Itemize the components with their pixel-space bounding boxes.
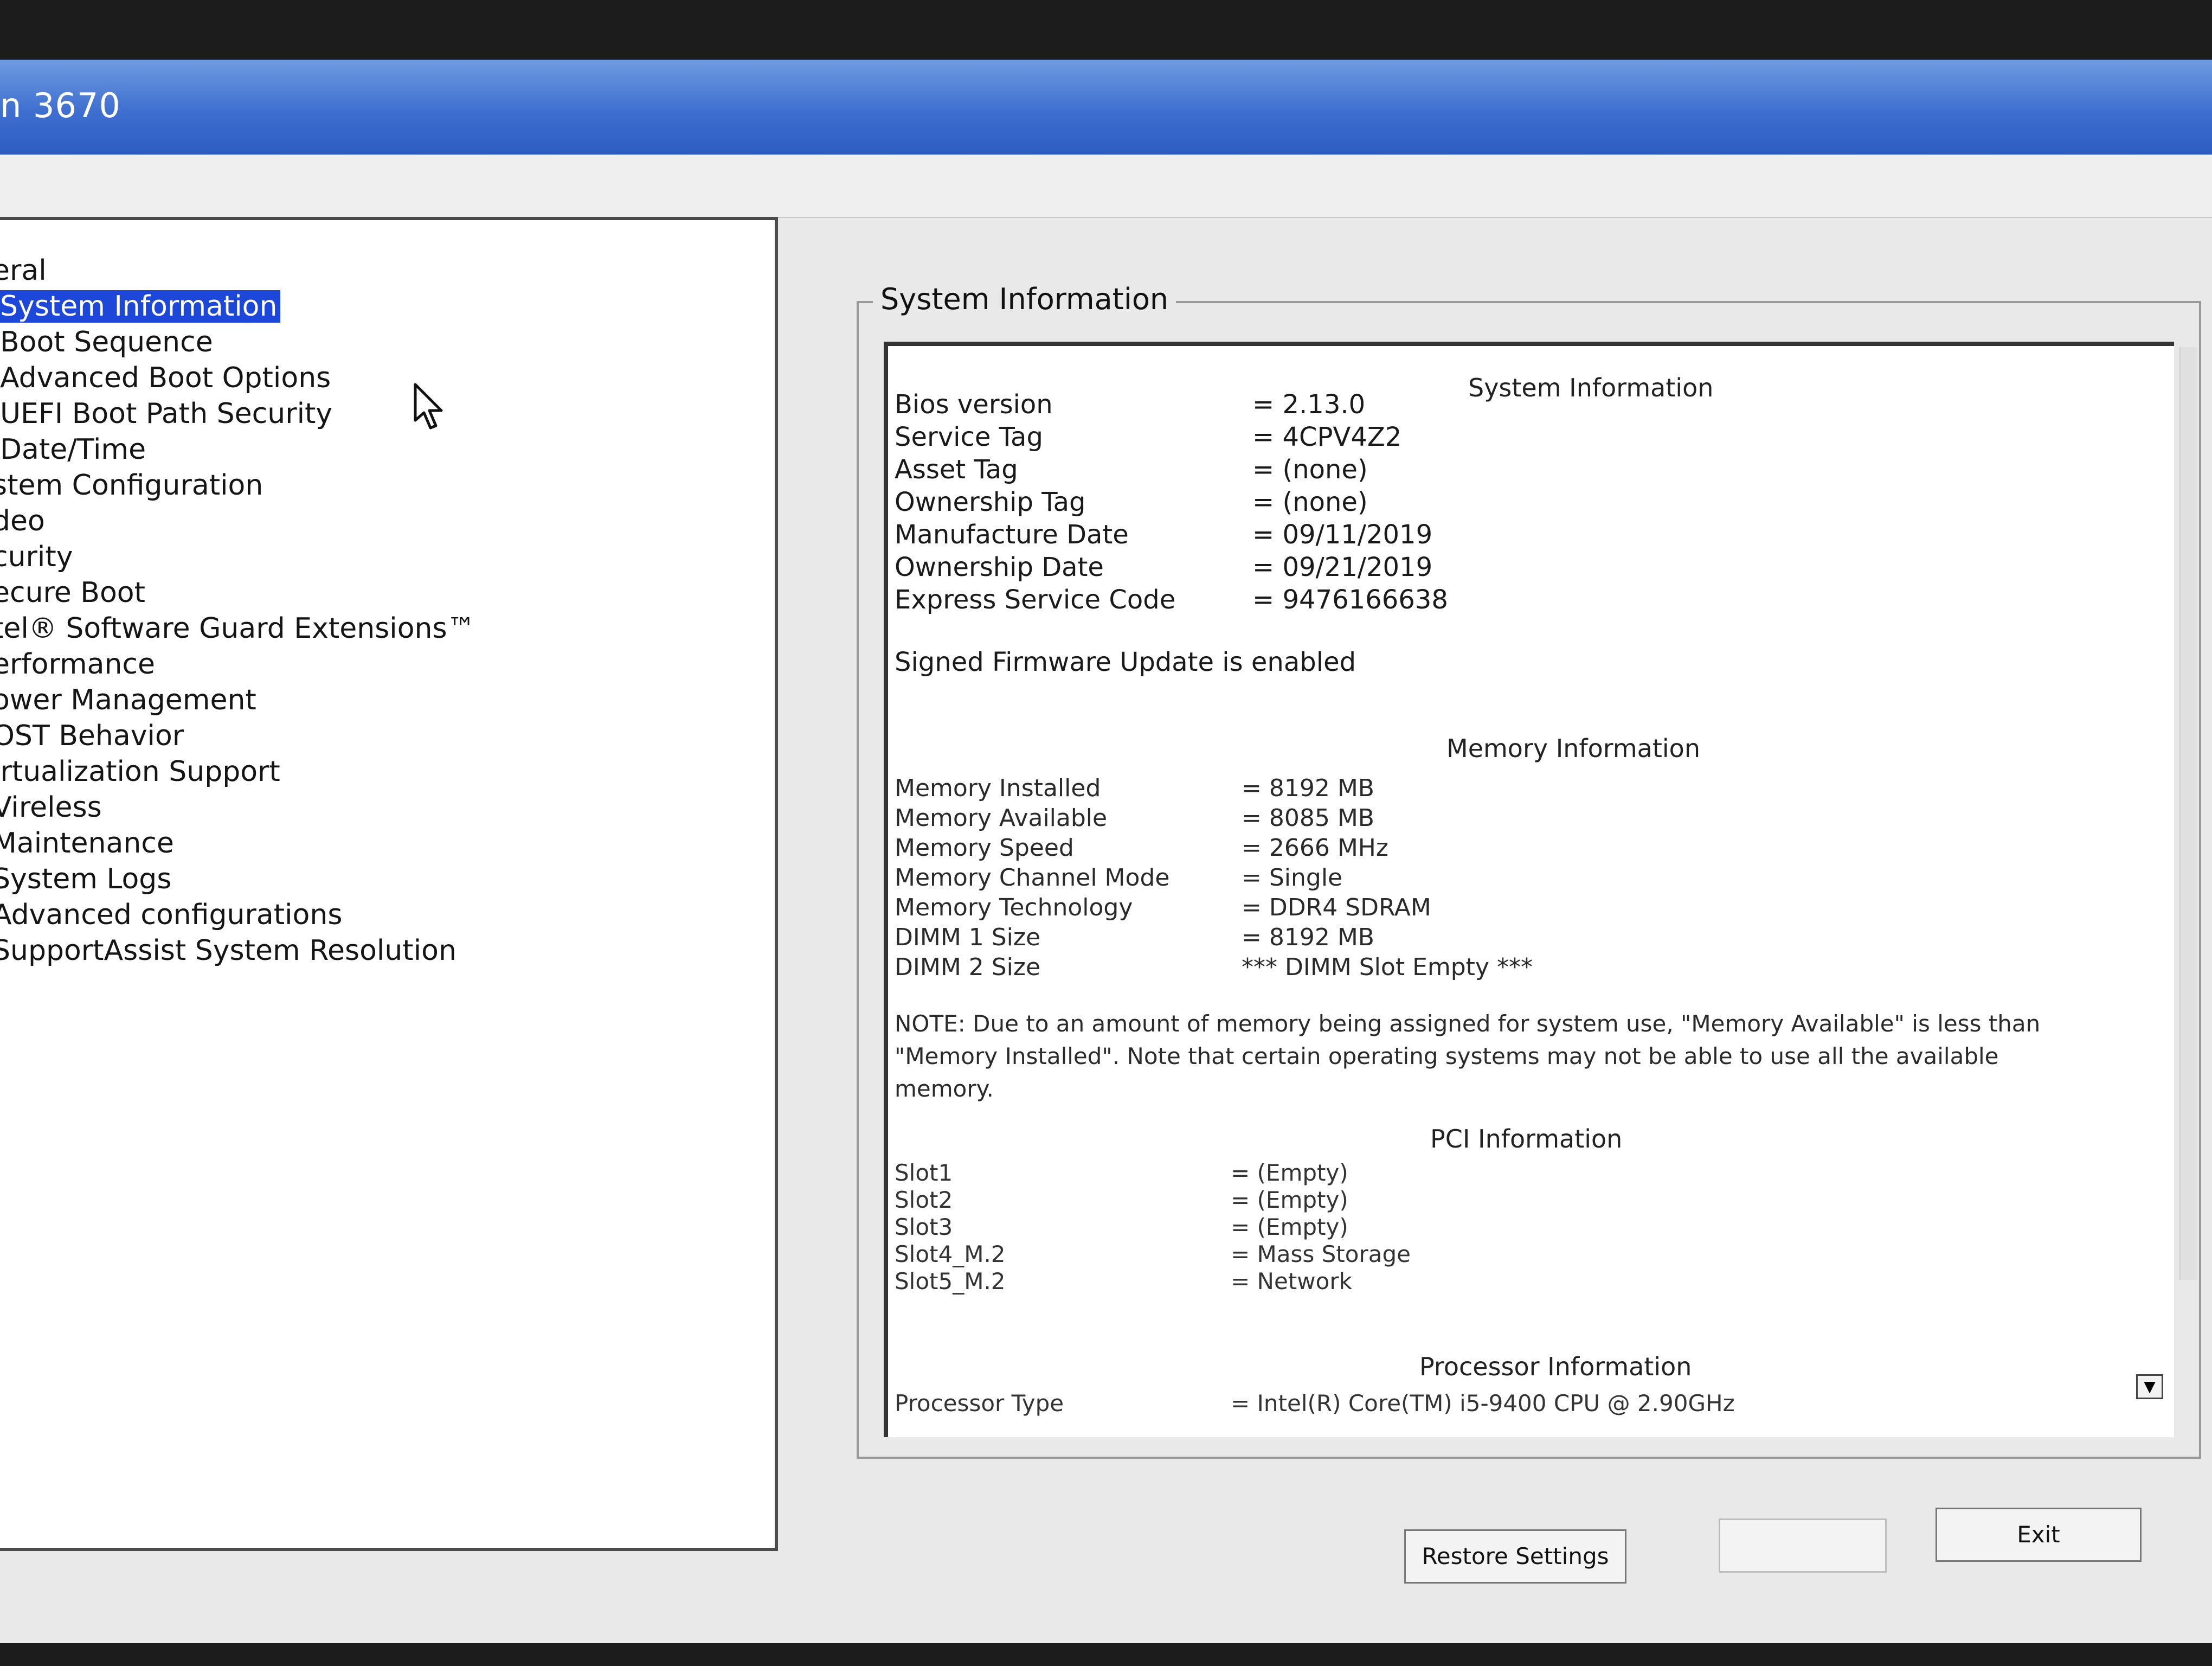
nav-item-general[interactable]: eral bbox=[0, 253, 479, 289]
nav-item-performance[interactable]: erformance bbox=[0, 646, 479, 682]
nav-item-boot-sequence[interactable]: Boot Sequence bbox=[0, 324, 479, 360]
nav-item-security[interactable]: curity bbox=[0, 539, 479, 575]
nav-item-advanced-boot-options[interactable]: Advanced Boot Options bbox=[0, 360, 479, 396]
system-information-heading: System Information bbox=[1468, 373, 1714, 402]
nav-item-uefi-boot-path-security[interactable]: UEFI Boot Path Security bbox=[0, 396, 479, 432]
nav-item-video[interactable]: deo bbox=[0, 503, 479, 539]
menu-bar bbox=[0, 155, 2212, 218]
nav-item-post-behavior[interactable]: OST Behavior bbox=[0, 718, 479, 754]
window-title: n 3670 bbox=[0, 86, 121, 125]
nav-item-advanced-configurations[interactable]: Advanced configurations bbox=[0, 897, 479, 933]
nav-item-virtualization-support[interactable]: irtualization Support bbox=[0, 754, 479, 790]
restore-settings-button[interactable]: Restore Settings bbox=[1404, 1529, 1626, 1584]
settings-tree: eral System Information Boot Sequence Ad… bbox=[0, 253, 479, 969]
chevron-down-icon: ▼ bbox=[2144, 1377, 2156, 1395]
scrollbar-track[interactable] bbox=[2179, 347, 2197, 1280]
nav-item-power-management[interactable]: ower Management bbox=[0, 682, 479, 718]
content-area: System Information System Information Bi… bbox=[857, 222, 2201, 1475]
signed-firmware-status: Signed Firmware Update is enabled bbox=[895, 647, 1356, 677]
bios-screen: n 3670 eral System Information Boot Sequ… bbox=[0, 60, 2212, 1643]
nav-item-date-time[interactable]: Date/Time bbox=[0, 432, 479, 467]
nav-item-supportassist-system-resolution[interactable]: SupportAssist System Resolution bbox=[0, 933, 479, 969]
exit-button[interactable]: Exit bbox=[1935, 1508, 2142, 1562]
nav-item-wireless[interactable]: Vireless bbox=[0, 790, 479, 825]
nav-item-maintenance[interactable]: Maintenance bbox=[0, 825, 479, 861]
nav-item-software-guard-extensions[interactable]: tel® Software Guard Extensions™ bbox=[0, 611, 479, 646]
settings-tree-panel: eral System Information Boot Sequence Ad… bbox=[0, 217, 778, 1551]
information-pane[interactable]: System Information Bios version = 2.13.0… bbox=[884, 342, 2174, 1437]
pci-information-heading: PCI Information bbox=[1430, 1124, 1623, 1154]
nav-item-secure-boot[interactable]: ecure Boot bbox=[0, 575, 479, 611]
memory-note: NOTE: Due to an amount of memory being a… bbox=[895, 1010, 2041, 1102]
processor-information-heading: Processor Information bbox=[1419, 1352, 1692, 1381]
mouse-pointer-icon bbox=[414, 383, 443, 430]
nav-item-system-configuration[interactable]: stem Configuration bbox=[0, 467, 479, 503]
nav-item-system-logs[interactable]: System Logs bbox=[0, 861, 479, 897]
scroll-down-button[interactable]: ▼ bbox=[2136, 1374, 2163, 1399]
nav-item-system-information[interactable]: System Information bbox=[0, 289, 479, 324]
title-bar: n 3670 bbox=[0, 60, 2212, 155]
group-title: System Information bbox=[873, 282, 1176, 316]
memory-information-heading: Memory Information bbox=[1446, 734, 1700, 763]
apply-button[interactable] bbox=[1719, 1518, 1887, 1573]
